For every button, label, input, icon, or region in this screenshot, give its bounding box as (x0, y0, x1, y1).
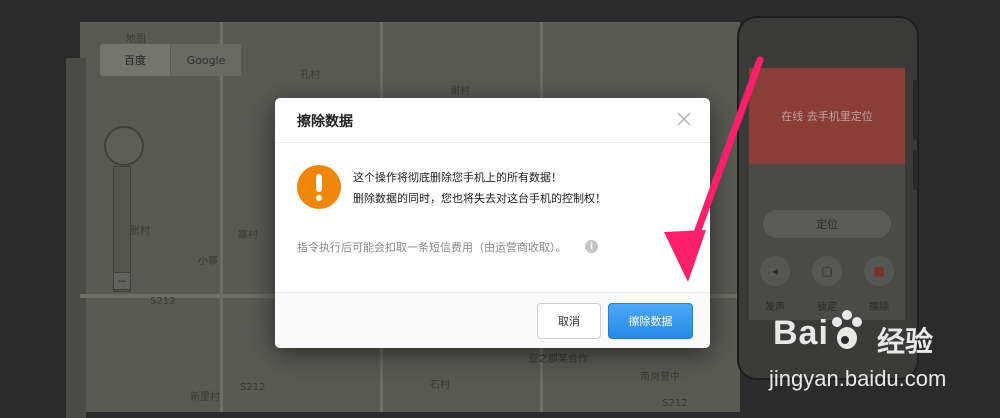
map-source-tabs: 百度 Google (100, 44, 242, 76)
erase-data-button[interactable]: 擦除数据 (608, 303, 693, 339)
warning-icon (297, 165, 341, 209)
dialog-footer: 取消 擦除数据 (275, 292, 710, 348)
watermark-brand: Bai (773, 314, 829, 352)
phone-locate-button[interactable]: 定位 (763, 210, 891, 238)
watermark-brand-cn: 经验 (877, 325, 934, 358)
map-place-label: 谢村 (450, 86, 470, 97)
map-place-label: 亚之郡某合作 (528, 354, 588, 365)
trash-icon: ■ (864, 256, 894, 286)
speaker-icon: ◂ (760, 256, 790, 286)
map-road-label: S212 (240, 382, 266, 393)
dialog-message-line1: 这个操作将彻底删除您手机上的所有数据！ (353, 171, 562, 184)
map-road (220, 22, 223, 412)
phone-side-button (913, 150, 918, 190)
dialog-message-line2: 删除数据的同时，您也将失去对这台手机的控制权！ (353, 192, 606, 205)
map-pan-control[interactable] (104, 126, 144, 166)
close-icon[interactable] (674, 109, 694, 129)
lock-icon: ▢ (812, 256, 842, 286)
map-place-label: 南岗营中 (640, 372, 680, 383)
map-place-label: 石村 (430, 380, 450, 391)
baidu-jingyan-watermark: Bai 经验 jingyan.baidu.com (765, 302, 995, 410)
zoom-out-icon[interactable]: − (113, 272, 131, 290)
map-top-label: 地图 (126, 34, 146, 45)
watermark-url: jingyan.baidu.com (769, 366, 947, 391)
info-icon[interactable]: i (585, 240, 598, 253)
map-tab-google[interactable]: Google (171, 44, 242, 76)
phone-status-panel: 在线 去手机里定位 (749, 68, 905, 164)
map-road-label: S212 (150, 296, 176, 307)
map-place-label: 小寨 (198, 256, 218, 267)
phone-screen: 在线 去手机里定位 定位 ◂ 发声 ▢ 锁定 ■ 擦除 (749, 68, 905, 320)
erase-data-dialog: 擦除数据 这个操作将彻底删除您手机上的所有数据！ 删除数据的同时，您也将失去对这… (275, 98, 710, 348)
map-place-label: 寨村 (238, 230, 258, 241)
phone-side-button (913, 80, 918, 140)
cancel-button[interactable]: 取消 (537, 303, 601, 339)
dialog-body: 这个操作将彻底删除您手机上的所有数据！ 删除数据的同时，您也将失去对这台手机的控… (275, 143, 710, 293)
map-place-label: 张村 (130, 226, 150, 237)
dialog-title: 擦除数据 (297, 114, 353, 130)
map-road-label: S212 (662, 398, 688, 409)
map-place-label: 新里村 (190, 392, 220, 403)
map-place-label: 孔村 (300, 70, 320, 81)
phone-status-text: 在线 去手机里定位 (781, 110, 873, 123)
map-tab-baidu[interactable]: 百度 (100, 44, 171, 76)
map-back-panel (66, 58, 86, 418)
dialog-header: 擦除数据 (275, 98, 710, 143)
sms-fee-note: 指令执行后可能会扣取一条短信费用（由运营商收取）。 (297, 241, 567, 254)
